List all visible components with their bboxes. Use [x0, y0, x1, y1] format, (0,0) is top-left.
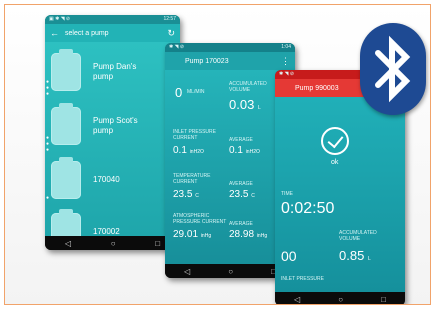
- accumulated-volume-value: 0.03 L: [229, 97, 261, 112]
- status-time: 1:04: [281, 44, 291, 50]
- unit: C: [195, 193, 199, 199]
- overflow-menu-icon[interactable]: ⋮: [281, 56, 290, 67]
- flow-value: 00: [281, 248, 297, 264]
- value-number: 0.1: [173, 145, 187, 156]
- home-nav-icon[interactable]: ○: [338, 295, 343, 304]
- list-dots: ●: [46, 195, 50, 201]
- time-label: TIME: [281, 191, 293, 197]
- page-title: Pump 170023: [185, 57, 229, 65]
- flow-unit: ml/min: [187, 89, 205, 95]
- list-item-pump[interactable]: 170002: [51, 209, 176, 236]
- atmo-current-value: 29.01 inHg: [173, 229, 211, 240]
- status-bar: ▣ ✱ ◥ ⊘ 12:57: [45, 15, 180, 24]
- list-dots: ● ● ●: [46, 135, 50, 153]
- temp-average-value: 23.5 C: [229, 189, 255, 200]
- value-number: 23.5: [229, 189, 249, 200]
- check-circle-icon: [321, 127, 349, 155]
- unit: C: [251, 193, 255, 199]
- pump-icon: [51, 157, 81, 199]
- page-title: select a pump: [65, 29, 109, 37]
- bluetooth-badge: [360, 23, 426, 115]
- unit: inH2O: [189, 149, 204, 155]
- list-item-pump[interactable]: Pump Dan's pump: [51, 49, 176, 95]
- inlet-pressure-label: INLET PRESSURE CURRENT: [173, 129, 216, 141]
- inlet-current-value: 0.1 inH2O: [173, 145, 204, 156]
- value-number: 23.5: [173, 189, 193, 200]
- refresh-icon[interactable]: ↻: [167, 28, 175, 39]
- value-number: 0.85: [339, 248, 365, 263]
- screenshot-frame: ▣ ✱ ◥ ⊘ 12:57 ← select a pump ↻ ● ● ● ● ● ● …: [4, 4, 431, 305]
- unit: inH2O: [245, 149, 260, 155]
- accumulated-volume-value: 0.85 L: [339, 248, 371, 263]
- list-item-pump[interactable]: 170040: [51, 157, 176, 203]
- average-label: AVERAGE: [229, 221, 253, 227]
- pump-name: Pump Scot's pump: [93, 116, 138, 135]
- page-title: Pump 990003: [295, 84, 339, 92]
- status-time: 12:57: [163, 16, 176, 22]
- home-nav-icon[interactable]: ○: [111, 239, 116, 248]
- app-bar: Pump 170023 ⋮: [165, 52, 295, 70]
- inlet-average-value: 0.1 inH2O: [229, 145, 260, 156]
- phone-screen: ▣ ✱ ◥ ⊘ 12:57 ← select a pump ↻ ● ● ● ● ● ● …: [45, 15, 180, 236]
- unit: inHg: [200, 233, 212, 239]
- unit: L: [257, 105, 261, 111]
- android-nav-bar: ◁ ○ □: [45, 236, 180, 250]
- status-icons: ▣ ✱ ◥ ⊘: [49, 16, 71, 22]
- pump-name: Pump Dan's pump: [93, 62, 137, 81]
- android-nav-bar: ◁ ○ □: [275, 292, 405, 304]
- recents-nav-icon[interactable]: □: [381, 295, 386, 304]
- recents-nav-icon[interactable]: □: [155, 239, 160, 248]
- status-bar: ✱ ◥ ⊘ 1:04: [165, 43, 295, 52]
- back-nav-icon[interactable]: ◁: [294, 295, 300, 304]
- pump-name: 170002: [93, 227, 120, 236]
- value-number: 0.1: [229, 145, 243, 156]
- bluetooth-icon: [375, 35, 411, 103]
- value-number: 28.98: [229, 229, 255, 240]
- status-icons: ✱ ◥ ⊘: [279, 71, 295, 77]
- home-nav-icon[interactable]: ○: [228, 267, 233, 276]
- list-item-pump[interactable]: Pump Scot's pump: [51, 103, 176, 149]
- flow-value: 0: [175, 85, 183, 100]
- elapsed-time-value: 0:02:50: [281, 200, 335, 217]
- app-bar: ← select a pump ↻: [45, 24, 180, 42]
- accumulated-volume-label: ACCUMULATED VOLUME: [339, 230, 377, 242]
- status-icons: ✱ ◥ ⊘: [169, 44, 185, 50]
- back-nav-icon[interactable]: ◁: [65, 239, 71, 248]
- pump-icon: [51, 49, 81, 91]
- pump-icon: [51, 209, 81, 236]
- temperature-label: TEMPERATURE CURRENT: [173, 173, 211, 185]
- back-nav-icon[interactable]: ◁: [184, 267, 190, 276]
- atmospheric-pressure-label: ATMOSPHERIC PRESSURE CURRENT: [173, 213, 227, 225]
- average-label: AVERAGE: [229, 181, 253, 187]
- inlet-pressure-label: INLET PRESSURE: [281, 276, 324, 282]
- average-label: AVERAGE: [229, 137, 253, 143]
- value-number: 29.01: [173, 229, 199, 240]
- atmo-average-value: 28.98 inHg: [229, 229, 267, 240]
- accumulated-volume-number: 0.03: [229, 97, 255, 112]
- back-arrow-icon[interactable]: ←: [50, 28, 59, 38]
- status-ok-label: ok: [331, 159, 339, 166]
- pump-name: 170040: [93, 175, 120, 184]
- list-dots: ● ● ●: [46, 79, 50, 97]
- temp-current-value: 23.5 C: [173, 189, 199, 200]
- phone-select-pump: ▣ ✱ ◥ ⊘ 12:57 ← select a pump ↻ ● ● ● ● ● ● …: [45, 15, 180, 250]
- unit: L: [367, 256, 371, 262]
- unit: inHg: [256, 233, 268, 239]
- pump-icon: [51, 103, 81, 145]
